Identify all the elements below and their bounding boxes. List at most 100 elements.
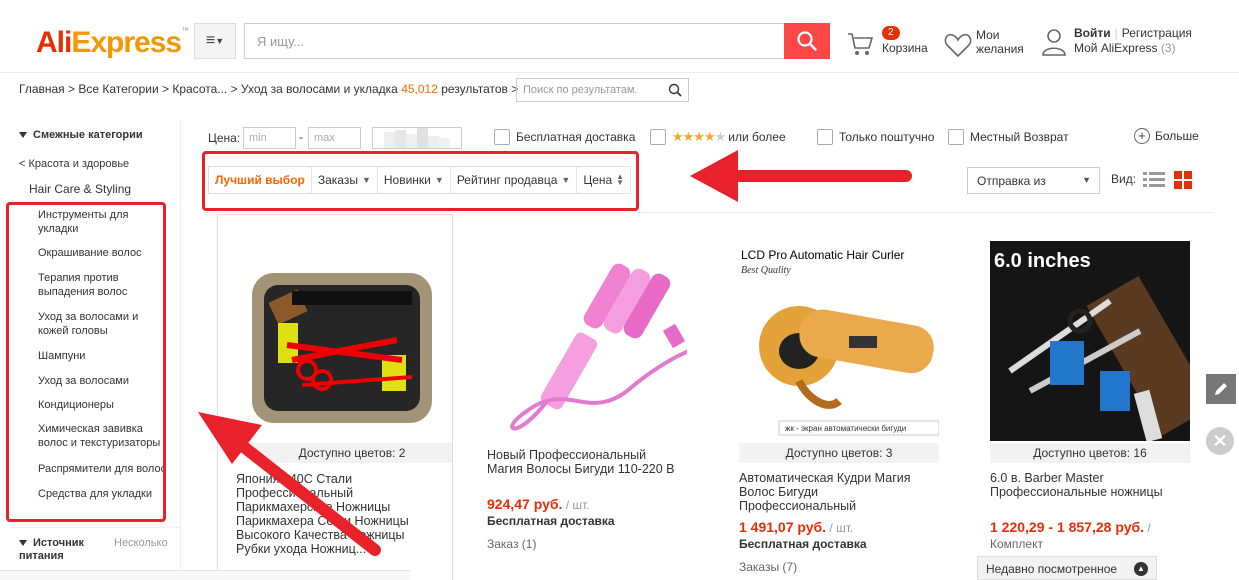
separator: | <box>1114 26 1118 40</box>
colors-available: Доступно цветов: 16 <box>990 443 1190 463</box>
aliexpress-logo[interactable]: AliExpress™ <box>36 26 189 60</box>
heart-icon <box>944 33 972 58</box>
product-image[interactable] <box>232 235 442 445</box>
product-orders[interactable]: Заказ (1) <box>487 537 536 551</box>
categories-menu-button[interactable]: ≡ ▼ <box>194 23 236 59</box>
sidebar-back-link[interactable]: < Красота и здоровье <box>19 158 129 170</box>
recently-viewed-bar[interactable]: Недавно посмотренное ▲ <box>977 556 1157 580</box>
product-shipping: Бесплатная доставка <box>739 537 867 551</box>
hair-curler-image <box>510 263 687 431</box>
product-price: 924,47 руб. / шт. <box>487 496 590 512</box>
breadcrumb[interactable]: Главная > Все Категории > Красота... > У… <box>19 82 518 98</box>
ship-from-select[interactable]: Отправка из ▼ <box>967 167 1100 194</box>
colors-available: Доступно цветов: 3 <box>739 443 939 463</box>
feedback-button[interactable] <box>1206 374 1236 404</box>
search-input[interactable]: Я ищу... <box>244 23 784 59</box>
pencil-icon <box>1215 383 1227 395</box>
collapse-triangle-icon <box>19 132 27 139</box>
product-title[interactable]: 6.0 в. Barber Master Профессиональные но… <box>990 471 1185 499</box>
product-card[interactable]: 6.0 inches Доступно цветов: 16 6.0 в. Ba… <box>956 214 1192 580</box>
view-label: Вид: <box>1111 172 1137 186</box>
product-price: 1 220,29 - 1 857,28 руб. / <box>990 519 1151 535</box>
logo-ali-text: Ali <box>36 26 72 59</box>
search-icon <box>797 31 817 51</box>
list-view-icon[interactable] <box>1143 170 1165 190</box>
product-card[interactable]: Новый Профессиональный Магия Волосы Бигу… <box>453 214 689 580</box>
related-categories-heading[interactable]: Смежные категории <box>19 129 143 141</box>
cart-count-badge: 2 <box>882 26 900 40</box>
wishlist-label-2: желания <box>976 42 1024 56</box>
logo-express-text: Express <box>71 26 182 59</box>
trademark-mark: ™ <box>181 26 189 35</box>
cart-label: Корзина <box>882 41 928 55</box>
annotation-box-sort <box>202 151 639 211</box>
annotation-box-sidebar <box>6 202 166 522</box>
product-image[interactable]: 6.0 inches <box>990 241 1190 441</box>
menu-icon: ≡ <box>205 32 216 49</box>
wishlist-link[interactable]: Мои желания <box>944 28 1034 62</box>
free-shipping-checkbox[interactable] <box>494 129 510 145</box>
results-label: результатов > <box>437 82 519 96</box>
power-source-heading[interactable]: Источник питания <box>19 537 109 563</box>
refine-search-input[interactable]: Поиск по результатам. <box>516 78 689 102</box>
plus-icon: + <box>1134 128 1150 144</box>
price-dash: - <box>299 130 303 144</box>
sidebar-parent-category[interactable]: Hair Care & Styling <box>29 182 131 196</box>
product-title[interactable]: Новый Профессиональный Магия Волосы Бигу… <box>487 448 682 476</box>
product-orders[interactable]: Заказы (7) <box>739 560 797 574</box>
chevron-down-icon: ▼ <box>215 36 225 46</box>
product-shipping: Бесплатная доставка <box>487 514 615 528</box>
my-aliexpress-link[interactable]: Мой AliExpress <box>1074 41 1158 55</box>
colors-available: Доступно цветов: 2 <box>252 443 452 463</box>
price-histogram[interactable] <box>372 127 462 149</box>
single-piece-checkbox[interactable] <box>817 129 833 145</box>
image-subheading-text: Best Quality <box>741 265 791 276</box>
breadcrumb-path[interactable]: Главная > Все Категории > Красота... > У… <box>19 82 401 96</box>
cart-link[interactable]: 2 Корзина <box>846 26 936 62</box>
product-card[interactable]: LCD Pro Automatic Hair Curler Best Quali… <box>705 214 941 580</box>
power-source-more[interactable]: Несколько <box>114 537 168 549</box>
product-card[interactable]: Доступно цветов: 2 Япония 440C Стали Про… <box>217 214 453 580</box>
cart-icon <box>848 33 874 55</box>
register-link[interactable]: Регистрация <box>1122 26 1192 40</box>
bottom-bar <box>0 570 410 580</box>
rating-filter[interactable]: ★★★★★ или более <box>650 128 786 146</box>
rating-checkbox[interactable] <box>650 129 666 145</box>
wishlist-label-1: Мои <box>976 28 1000 42</box>
local-return-checkbox[interactable] <box>948 129 964 145</box>
grid-view-icon[interactable] <box>1173 170 1193 190</box>
signin-link[interactable]: Войти <box>1074 26 1111 40</box>
refine-placeholder: Поиск по результатам. <box>523 84 638 96</box>
product-image[interactable]: LCD Pro Automatic Hair Curler Best Quali… <box>739 241 939 441</box>
sort-divider <box>203 212 1213 213</box>
price-histogram-bars <box>373 128 450 148</box>
local-return-filter[interactable]: Местный Возврат <box>948 128 1069 146</box>
sidebar-divider-2 <box>10 527 180 528</box>
image-caption-text: жк - экран автоматически бигуди <box>785 424 906 433</box>
collapse-triangle-icon <box>19 540 27 547</box>
price-min-input[interactable]: min <box>243 127 296 149</box>
price-max-input[interactable]: max <box>308 127 361 149</box>
product-price: 1 491,07 руб. / шт. <box>739 519 854 535</box>
caret-down-icon: ▼ <box>1082 175 1091 185</box>
product-title[interactable]: Япония 440C Стали Профессиональный Парик… <box>236 472 431 556</box>
close-icon[interactable]: ✕ <box>1206 427 1234 455</box>
image-heading-text: LCD Pro Automatic Hair Curler <box>741 248 904 262</box>
scissors-kit-image <box>252 273 432 423</box>
product-image[interactable] <box>487 241 687 441</box>
user-icon <box>1042 29 1066 56</box>
single-piece-filter[interactable]: Только поштучно <box>817 128 934 146</box>
more-filters-button[interactable]: + Больше <box>1134 128 1199 144</box>
search-button[interactable] <box>784 23 830 59</box>
price-filter-label: Цена: <box>208 131 241 145</box>
image-heading-text: 6.0 inches <box>994 250 1091 272</box>
my-aliexpress-count: (3) <box>1160 41 1176 55</box>
chevron-up-icon: ▲ <box>1134 562 1148 576</box>
product-title[interactable]: Автоматическая Кудри Магия Волос Бигуди … <box>739 471 934 513</box>
free-shipping-filter[interactable]: Бесплатная доставка <box>494 128 635 146</box>
sidebar-divider <box>180 120 181 580</box>
account-area: Войти | Регистрация Мой AliExpress (3) <box>1040 26 1230 62</box>
search-icon[interactable] <box>668 83 682 97</box>
search-placeholder: Я ищу... <box>257 33 305 49</box>
barber-scissors-image: 6.0 inches <box>990 241 1190 441</box>
